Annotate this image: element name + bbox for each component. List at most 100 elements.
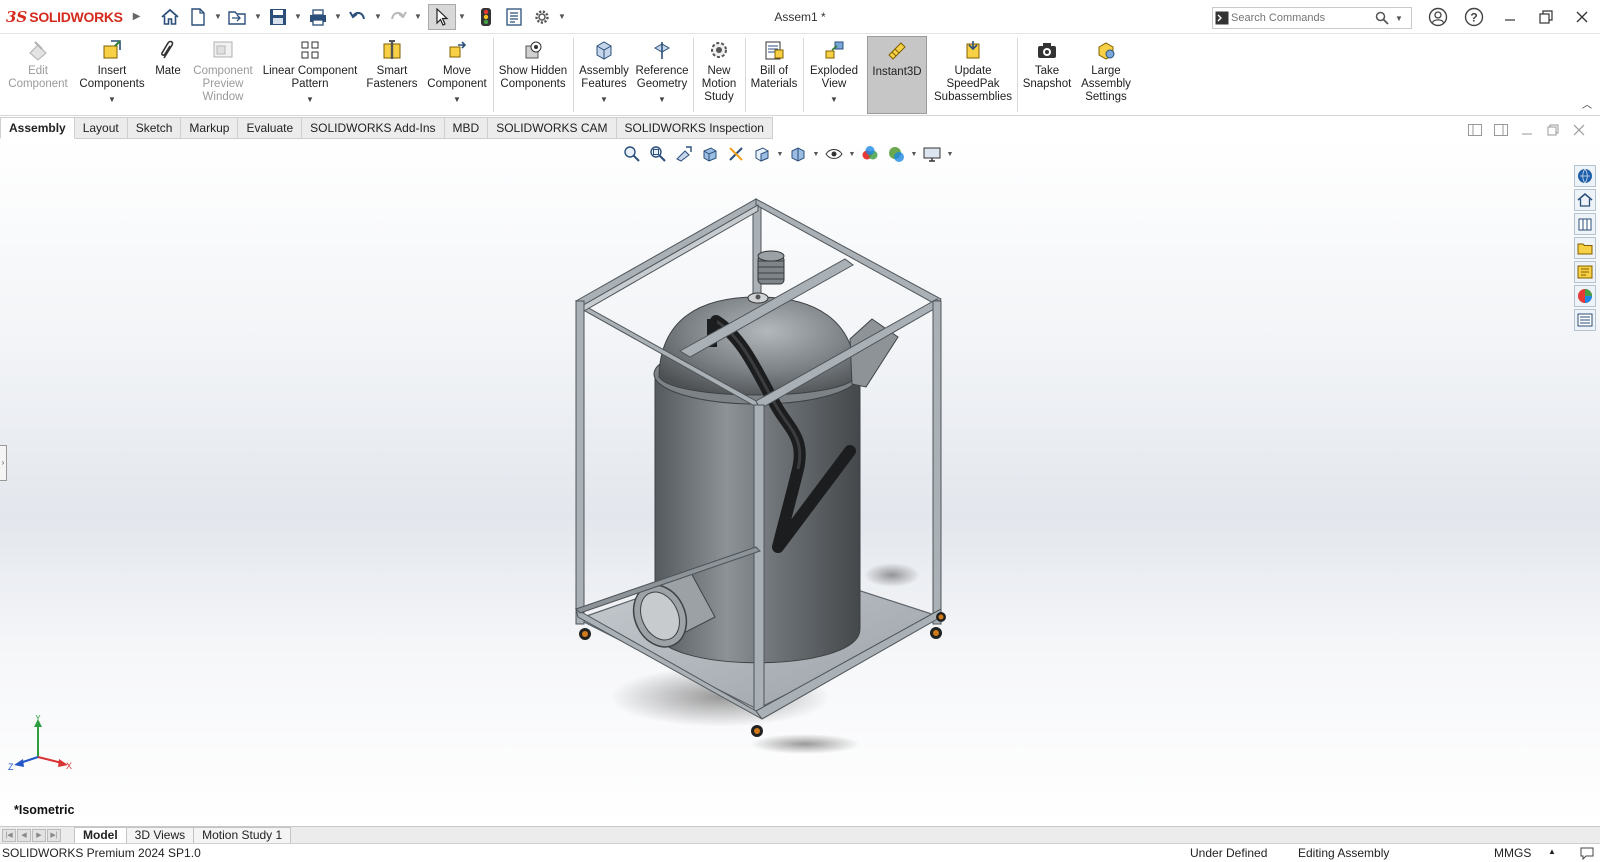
units-dropdown-icon[interactable]: ▲	[1548, 847, 1556, 856]
tab-solidworks-cam[interactable]: SOLIDWORKS CAM	[488, 117, 617, 139]
file-explorer-icon[interactable]	[1574, 237, 1596, 259]
reference-geometry-dropdown-icon[interactable]: ▼	[658, 93, 666, 106]
redo-button[interactable]	[384, 4, 412, 30]
new-document-button[interactable]	[184, 4, 212, 30]
svg-text:?: ?	[1470, 11, 1477, 25]
show-hidden-icon	[521, 38, 545, 62]
status-units[interactable]: MMGS	[1494, 846, 1531, 860]
tab-solidworks-add-ins[interactable]: SOLIDWORKS Add-Ins	[302, 117, 445, 139]
rebuild-button[interactable]	[472, 4, 500, 30]
new-dropdown-icon[interactable]: ▼	[212, 4, 224, 30]
show-hidden-components-button[interactable]: Show Hidden Components	[496, 36, 570, 114]
home-icon[interactable]	[1574, 189, 1596, 211]
reference-geometry-button[interactable]: Reference Geometry ▼	[634, 36, 690, 114]
print-dropdown-icon[interactable]: ▼	[332, 4, 344, 30]
move-component-dropdown-icon[interactable]: ▼	[453, 93, 461, 106]
component-preview-button[interactable]: Component Preview Window	[188, 36, 258, 114]
collapse-ribbon-icon[interactable]: ︿	[1582, 96, 1592, 111]
last-tab-icon[interactable]: ▶|	[47, 828, 61, 842]
view-palette-icon[interactable]	[1574, 261, 1596, 283]
assembly-features-button[interactable]: Assembly Features ▼	[576, 36, 632, 114]
graphics-area[interactable]: ▼ ▼ ▼ ▼ ▼ › Y X Z *Isometric	[0, 139, 1600, 826]
minimize-button[interactable]	[1492, 0, 1528, 34]
tab-markup[interactable]: Markup	[181, 117, 239, 139]
doc-close-icon[interactable]	[1570, 122, 1588, 138]
redo-dropdown-icon[interactable]: ▼	[412, 4, 424, 30]
command-prompt-icon	[1213, 8, 1231, 28]
assembly-features-dropdown-icon[interactable]: ▼	[600, 93, 608, 106]
update-speedpak-label: Update SpeedPak Subassemblies	[934, 65, 1012, 103]
smart-fasteners-button[interactable]: Smart Fasteners	[362, 36, 422, 114]
solidworks-menu-logo[interactable]: 3S SOLIDWORKS ▶	[0, 0, 140, 34]
bottom-tab-model[interactable]: Model	[74, 827, 127, 843]
options-button[interactable]	[528, 4, 556, 30]
instant3d-button[interactable]: Instant3D	[867, 36, 927, 114]
new-motion-study-label: New Motion Study	[701, 65, 737, 103]
insert-components-button[interactable]: Insert Components ▼	[76, 36, 148, 114]
solidworks-resources-icon[interactable]	[1574, 165, 1596, 187]
tile-right-icon[interactable]	[1492, 122, 1510, 138]
next-tab-icon[interactable]: ▶	[32, 828, 46, 842]
open-button[interactable]	[224, 4, 252, 30]
bottom-tab-motion-study-1[interactable]: Motion Study 1	[193, 827, 292, 843]
assembly-model[interactable]	[0, 139, 1600, 826]
take-snapshot-button[interactable]: Take Snapshot	[1020, 36, 1074, 114]
home-button[interactable]	[156, 4, 184, 30]
tab-sketch[interactable]: Sketch	[127, 117, 182, 139]
custom-properties-icon[interactable]	[1574, 309, 1596, 331]
move-component-button[interactable]: Move Component ▼	[424, 36, 490, 114]
linear-component-pattern-button[interactable]: Linear Component Pattern ▼	[260, 36, 360, 114]
doc-minimize-icon[interactable]	[1518, 122, 1536, 138]
undo-dropdown-icon[interactable]: ▼	[372, 4, 384, 30]
search-input[interactable]	[1231, 12, 1371, 24]
traffic-light-icon	[481, 7, 491, 26]
undo-button[interactable]	[344, 4, 372, 30]
print-button[interactable]	[304, 4, 332, 30]
first-tab-icon[interactable]: |◀	[2, 828, 16, 842]
search-icon[interactable]	[1371, 11, 1393, 25]
doc-restore-icon[interactable]	[1544, 122, 1562, 138]
exploded-view-button[interactable]: Exploded View ▼	[806, 36, 862, 114]
appearances-icon[interactable]	[1574, 285, 1596, 307]
close-button[interactable]	[1564, 0, 1600, 34]
linear-pattern-dropdown-icon[interactable]: ▼	[306, 93, 314, 106]
menu-expand-arrow-icon[interactable]: ▶	[133, 11, 141, 22]
help-icon: ?	[1464, 7, 1484, 27]
select-dropdown-icon[interactable]: ▼	[456, 4, 468, 30]
tile-left-icon[interactable]	[1466, 122, 1484, 138]
restore-button[interactable]	[1528, 0, 1564, 34]
show-hidden-components-label: Show Hidden Components	[498, 65, 568, 90]
save-button[interactable]	[264, 4, 292, 30]
account-button[interactable]	[1420, 0, 1456, 34]
search-commands-box[interactable]: ▼	[1212, 7, 1412, 29]
options-dropdown-icon[interactable]: ▼	[556, 4, 568, 30]
large-assembly-settings-label: Large Assembly Settings	[1081, 65, 1131, 103]
tab-evaluate[interactable]: Evaluate	[238, 117, 303, 139]
edit-component-button[interactable]: Edit Component	[6, 36, 70, 114]
new-motion-study-button[interactable]: New Motion Study	[696, 36, 742, 114]
edit-component-label: Edit Component	[8, 65, 68, 90]
tab-mbd[interactable]: MBD	[444, 117, 489, 139]
mate-button[interactable]: Mate	[150, 36, 186, 114]
save-dropdown-icon[interactable]: ▼	[292, 4, 304, 30]
search-dropdown-icon[interactable]: ▼	[1393, 14, 1405, 23]
reference-geometry-icon	[650, 38, 674, 62]
large-assembly-settings-button[interactable]: Large Assembly Settings	[1076, 36, 1136, 114]
feedback-icon[interactable]	[1580, 846, 1594, 862]
exploded-view-dropdown-icon[interactable]: ▼	[830, 93, 838, 106]
redo-icon	[391, 10, 407, 19]
open-dropdown-icon[interactable]: ▼	[252, 4, 264, 30]
tab-solidworks-inspection[interactable]: SOLIDWORKS Inspection	[616, 117, 773, 139]
select-button[interactable]	[428, 3, 456, 30]
speedpak-icon	[961, 38, 985, 62]
help-button[interactable]: ?	[1456, 0, 1492, 34]
design-library-icon[interactable]	[1574, 213, 1596, 235]
insert-components-dropdown-icon[interactable]: ▼	[108, 93, 116, 106]
file-properties-button[interactable]	[500, 4, 528, 30]
prev-tab-icon[interactable]: ◀	[17, 828, 31, 842]
tab-layout[interactable]: Layout	[74, 117, 128, 139]
tab-assembly[interactable]: Assembly	[0, 117, 75, 139]
bottom-tab-3d-views[interactable]: 3D Views	[125, 827, 195, 843]
bill-of-materials-button[interactable]: Bill of Materials	[748, 36, 800, 114]
update-speedpak-button[interactable]: Update SpeedPak Subassemblies	[932, 36, 1014, 114]
